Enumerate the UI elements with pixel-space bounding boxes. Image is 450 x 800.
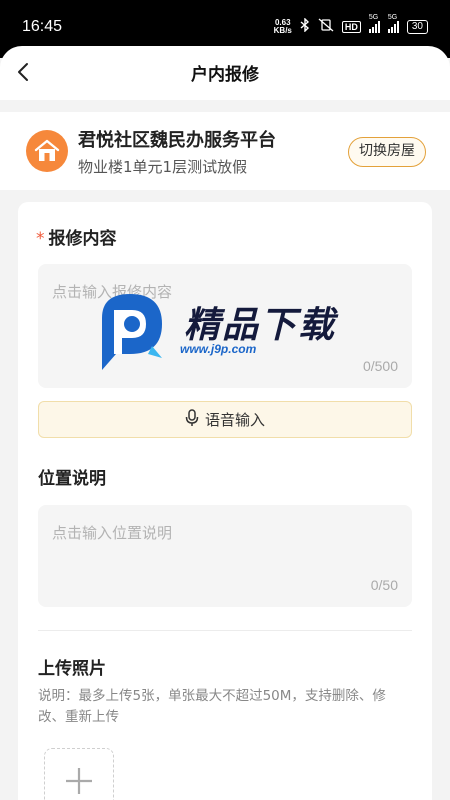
status-icons: 0.63 KB/s HD 5G 5G 30	[273, 14, 428, 35]
upload-photos-label: 上传照片	[38, 659, 106, 679]
status-time: 16:45	[22, 18, 63, 35]
house-address: 物业楼1单元1层测试放假	[78, 158, 248, 176]
community-card: 君悦社区魏民办服务平台 物业楼1单元1层测试放假 切换房屋	[0, 112, 450, 190]
app-header: 户内报修	[0, 46, 450, 100]
community-name: 君悦社区魏民办服务平台	[78, 130, 276, 151]
location-label: 位置说明	[38, 469, 106, 489]
add-photo-button[interactable]	[44, 748, 114, 800]
network-speed-unit: KB/s	[273, 25, 292, 35]
repair-content-label: * 报修内容	[36, 229, 117, 249]
watermark-url: www.j9p.com	[180, 342, 257, 356]
location-input[interactable]: 点击输入位置说明 0/50	[38, 505, 412, 607]
location-counter: 0/50	[370, 577, 398, 593]
plus-icon	[63, 765, 95, 800]
bluetooth-icon	[300, 17, 310, 35]
watermark-logo	[102, 294, 162, 370]
battery-icon: 30	[406, 19, 428, 34]
voice-input-label: 语音输入	[204, 411, 265, 429]
divider	[38, 630, 412, 631]
screen: 16:45 0.63 KB/s HD 5G 5G 30 户内报修 君悦社区魏民办…	[0, 0, 450, 800]
watermark-name: 精品下载	[184, 305, 337, 346]
battery-level: 30	[411, 20, 423, 32]
location-placeholder: 点击输入位置说明	[52, 524, 173, 542]
hd-badge: HD	[341, 20, 361, 33]
signal-icon: 5G	[387, 14, 399, 33]
signal-icon: 5G	[368, 14, 380, 33]
required-mark: *	[36, 229, 45, 249]
switch-house-button[interactable]: 切换房屋	[348, 137, 426, 167]
upload-description: 说明：最多上传5张，单张最大不超过50M，支持删除、修改、重新上传	[38, 688, 386, 725]
microphone-icon	[185, 408, 199, 431]
network-speed: 0.63 KB/s	[273, 18, 292, 35]
voice-input-button[interactable]: 语音输入	[38, 401, 412, 438]
repair-content-counter: 0/500	[362, 358, 398, 374]
vibrate-off-icon	[318, 18, 334, 35]
home-icon	[26, 130, 68, 172]
page-title: 户内报修	[191, 65, 259, 85]
watermark: 精品下载 www.j9p.com	[92, 288, 352, 378]
